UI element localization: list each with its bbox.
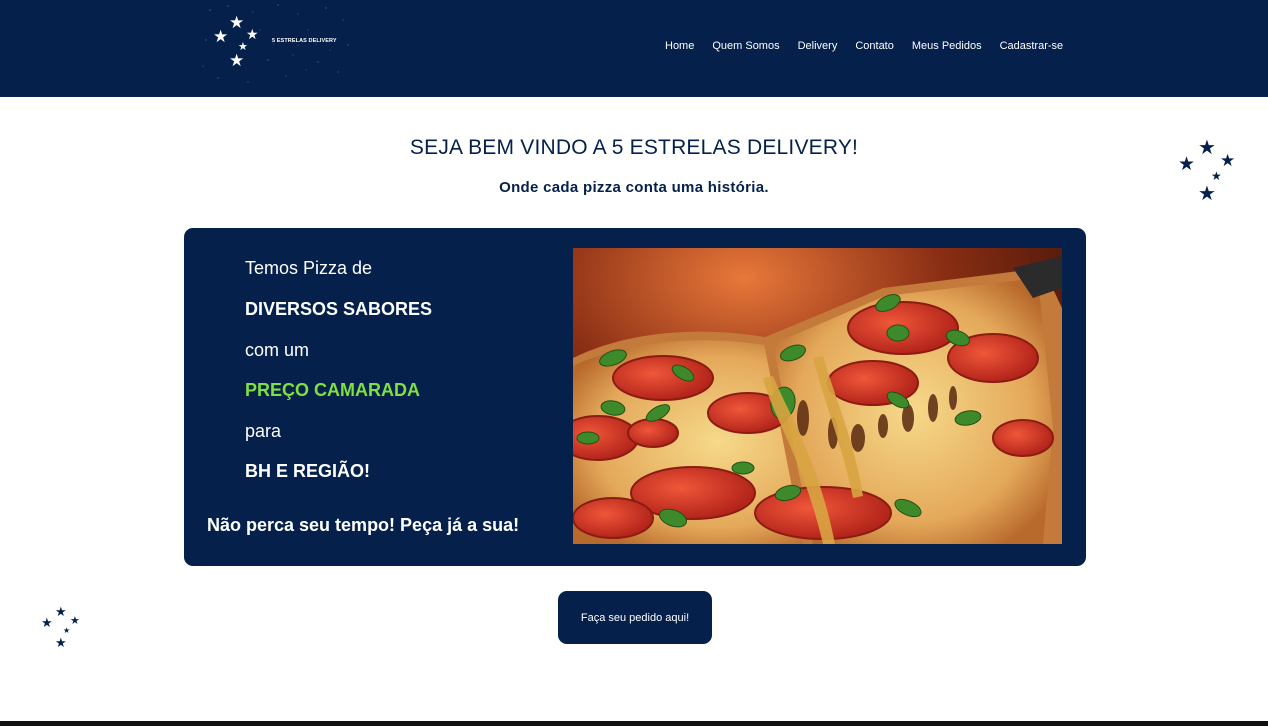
- svg-text:★: ★: [1198, 135, 1216, 159]
- svg-text:★: ★: [41, 616, 53, 631]
- svg-text:★: ★: [213, 27, 228, 47]
- nav-home[interactable]: Home: [665, 40, 694, 52]
- nav-quem-somos[interactable]: Quem Somos: [712, 40, 779, 52]
- nav-cadastrar-se[interactable]: Cadastrar-se: [1000, 40, 1064, 52]
- promo-line-3: com um: [245, 340, 310, 360]
- logo-text: 5 ESTRELAS DELIVERY: [272, 38, 337, 44]
- top-navbar: ★ ★ ★ ★ ★ 5 ESTRELAS DELIVERY Home Quem …: [0, 0, 1268, 97]
- svg-text:★: ★: [1178, 153, 1195, 175]
- promo-line-2: DIVERSOS SABORES: [245, 299, 433, 319]
- stars-decoration-icon: ★ ★ ★ ★ ★: [41, 605, 80, 649]
- svg-text:★: ★: [70, 614, 80, 627]
- main-nav: Home Quem Somos Delivery Contato Meus Pe…: [665, 40, 1081, 52]
- promo-cta-text: Não perca seu tempo! Peça já a sua!: [207, 515, 520, 535]
- nav-contato[interactable]: Contato: [855, 40, 894, 52]
- logo-stars-icon: ★ ★ ★ ★ ★: [202, 4, 349, 83]
- svg-text:★: ★: [55, 636, 67, 649]
- promo-line-6: BH E REGIÃO!: [245, 461, 371, 481]
- svg-text:★: ★: [229, 13, 244, 33]
- svg-text:★: ★: [55, 605, 67, 620]
- stars-decoration-icon: ★ ★ ★ ★ ★: [1178, 135, 1235, 204]
- svg-text:★: ★: [63, 626, 70, 635]
- svg-text:★: ★: [1220, 151, 1235, 171]
- promo-line-1: Temos Pizza de: [245, 258, 373, 278]
- nav-delivery[interactable]: Delivery: [798, 40, 838, 52]
- page-subtitle: Onde cada pizza conta uma história.: [499, 179, 769, 196]
- promo-card: Temos Pizza de DIVERSOS SABORES com um P…: [184, 228, 1086, 566]
- page-title: SEJA BEM VINDO A 5 ESTRELAS DELIVERY!: [409, 136, 859, 159]
- svg-text:★: ★: [246, 27, 259, 43]
- bottom-divider: [0, 721, 1268, 726]
- promo-line-5: para: [245, 421, 282, 441]
- promo-line-4: PREÇO CAMARADA: [245, 380, 420, 400]
- order-button[interactable]: Faça seu pedido aqui!: [558, 591, 712, 644]
- nav-meus-pedidos[interactable]: Meus Pedidos: [912, 40, 982, 52]
- site-logo[interactable]: ★ ★ ★ ★ ★ 5 ESTRELAS DELIVERY: [198, 0, 358, 88]
- svg-text:★: ★: [229, 51, 244, 71]
- pizza-image: [573, 248, 1062, 544]
- svg-text:★: ★: [1198, 181, 1216, 204]
